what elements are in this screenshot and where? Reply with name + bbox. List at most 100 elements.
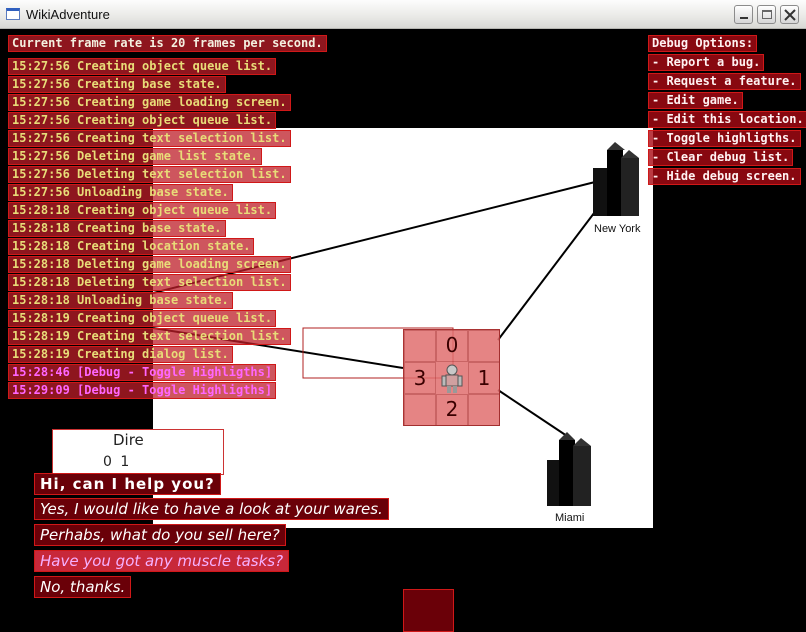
log-entry: 15:28:19 Creating text selection list. [8,328,291,345]
log-entry: 15:28:18 Unloading base state. [8,292,233,309]
log-entry: 15:28:18 Deleting text selection list. [8,274,291,291]
log-entry: 15:27:56 Creating base state. [8,76,226,93]
log-time: 15:29:09 [12,383,70,397]
debug-options-header: Debug Options: [648,35,758,52]
compass-cell [468,394,500,426]
dialog-option-selected[interactable]: Have you got any muscle tasks? [34,550,290,572]
app-window-icon [6,8,20,20]
debug-report-bug[interactable]: - Report a bug. [648,54,765,71]
log-time: 15:28:18 [12,293,70,307]
log-time: 15:28:18 [12,239,70,253]
maximize-icon [762,10,772,19]
log-message: Deleting game loading screen. [77,257,287,271]
log-message: Creating game loading screen. [77,95,287,109]
dialog-option[interactable]: Perhabs, what do you sell here? [34,524,286,546]
log-time: 15:28:18 [12,221,70,235]
directions-panel-values: 0 1 [103,454,132,470]
route-line [497,389,574,441]
log-time: 15:28:19 [12,311,70,325]
window-title: WikiAdventure [26,7,110,22]
log-message: Deleting text selection list. [77,167,287,181]
log-message: [Debug - Toggle Highligths] [77,365,273,379]
compass-cell [468,330,500,362]
dialog-option[interactable]: Yes, I would like to have a look at your… [34,498,389,520]
debug-edit-location[interactable]: - Edit this location. [648,111,806,128]
log-entry: 15:28:18 Creating object queue list. [8,202,277,219]
debug-hide-screen[interactable]: - Hide debug screen. [648,168,801,185]
log-time: 15:27:56 [12,167,70,181]
new-york-building-icon[interactable] [593,142,639,216]
log-message: Deleting game list state. [77,149,258,163]
log-entry: 15:27:56 Deleting text selection list. [8,166,291,183]
direction-south[interactable]: 2 [436,397,468,421]
log-time: 15:27:56 [12,149,70,163]
inventory-slot[interactable] [403,589,454,632]
directions-panel: Dire 0 1 [52,429,224,475]
log-time: 15:28:46 [12,365,70,379]
minimize-button[interactable] [734,5,753,24]
direction-east[interactable]: 1 [468,366,500,390]
log-message: Creating object queue list. [77,59,273,73]
log-time: 15:27:56 [12,95,70,109]
close-button[interactable] [780,5,799,24]
log-message: Creating text selection list. [77,131,287,145]
log-entry: 15:28:18 Deleting game loading screen. [8,256,291,273]
log-message: Creating text selection list. [77,329,287,343]
log-entry: 15:27:56 Unloading base state. [8,184,233,201]
log-time: 15:27:56 [12,59,70,73]
log-entry: 15:29:09 [Debug - Toggle Highligths] [8,382,277,399]
log-entry: 15:27:56 Creating object queue list. [8,112,277,129]
npc-dialog-line: Hi, can I help you? [34,473,221,495]
log-entry: 15:27:56 Creating object queue list. [8,58,277,75]
log-time: 15:28:18 [12,203,70,217]
debug-edit-game[interactable]: - Edit game. [648,92,743,109]
log-time: 15:27:56 [12,77,70,91]
city-label-new-york[interactable]: New York [594,223,640,235]
log-message: Creating dialog list. [77,347,229,361]
log-entry: 15:28:18 Creating base state. [8,220,226,237]
log-entry: 15:27:56 Deleting game list state. [8,148,262,165]
log-time: 15:27:56 [12,131,70,145]
log-time: 15:27:56 [12,113,70,127]
log-message: Unloading base state. [77,293,229,307]
log-entry: 15:27:56 Creating text selection list. [8,130,291,147]
log-entry: 15:28:19 Creating dialog list. [8,346,233,363]
log-entry: 15:28:18 Creating location state. [8,238,255,255]
debug-request-feature[interactable]: - Request a feature. [648,73,801,90]
title-bar[interactable]: WikiAdventure [0,0,806,29]
log-message: Creating base state. [77,77,222,91]
log-entry: 15:28:46 [Debug - Toggle Highligths] [8,364,277,381]
log-message: Creating object queue list. [77,311,273,325]
log-message: Creating object queue list. [77,203,273,217]
log-entry: 15:27:56 Creating game loading screen. [8,94,291,111]
log-time: 15:27:56 [12,185,70,199]
minimize-icon [740,17,748,19]
log-entry: 15:28:19 Creating object queue list. [8,310,277,327]
player-character-icon [441,364,463,393]
compass-cell [404,394,436,426]
debug-toggle-highlights[interactable]: - Toggle highligths. [648,130,801,147]
directions-panel-title: Dire [113,431,144,449]
game-window: WikiAdventure New York Miami 0 1 2 3 Cur… [0,0,806,632]
framerate-text: Current frame rate is 20 frames per seco… [8,35,327,52]
log-time: 15:28:18 [12,275,70,289]
log-time: 15:28:19 [12,347,70,361]
log-message: Creating location state. [77,239,251,253]
direction-compass[interactable]: 0 1 2 3 [403,329,500,426]
maximize-button[interactable] [757,5,776,24]
log-message: [Debug - Toggle Highligths] [77,383,273,397]
close-icon [784,9,796,21]
log-message: Unloading base state. [77,185,229,199]
debug-clear-list[interactable]: - Clear debug list. [648,149,794,166]
city-label-miami[interactable]: Miami [555,512,584,524]
log-message: Creating base state. [77,221,222,235]
direction-north[interactable]: 0 [436,333,468,357]
dialog-option[interactable]: No, thanks. [34,576,132,598]
miami-building-icon[interactable] [547,432,591,506]
direction-west[interactable]: 3 [404,366,436,390]
log-time: 15:28:19 [12,329,70,343]
log-message: Deleting text selection list. [77,275,287,289]
compass-cell [404,330,436,362]
log-time: 15:28:18 [12,257,70,271]
log-message: Creating object queue list. [77,113,273,127]
